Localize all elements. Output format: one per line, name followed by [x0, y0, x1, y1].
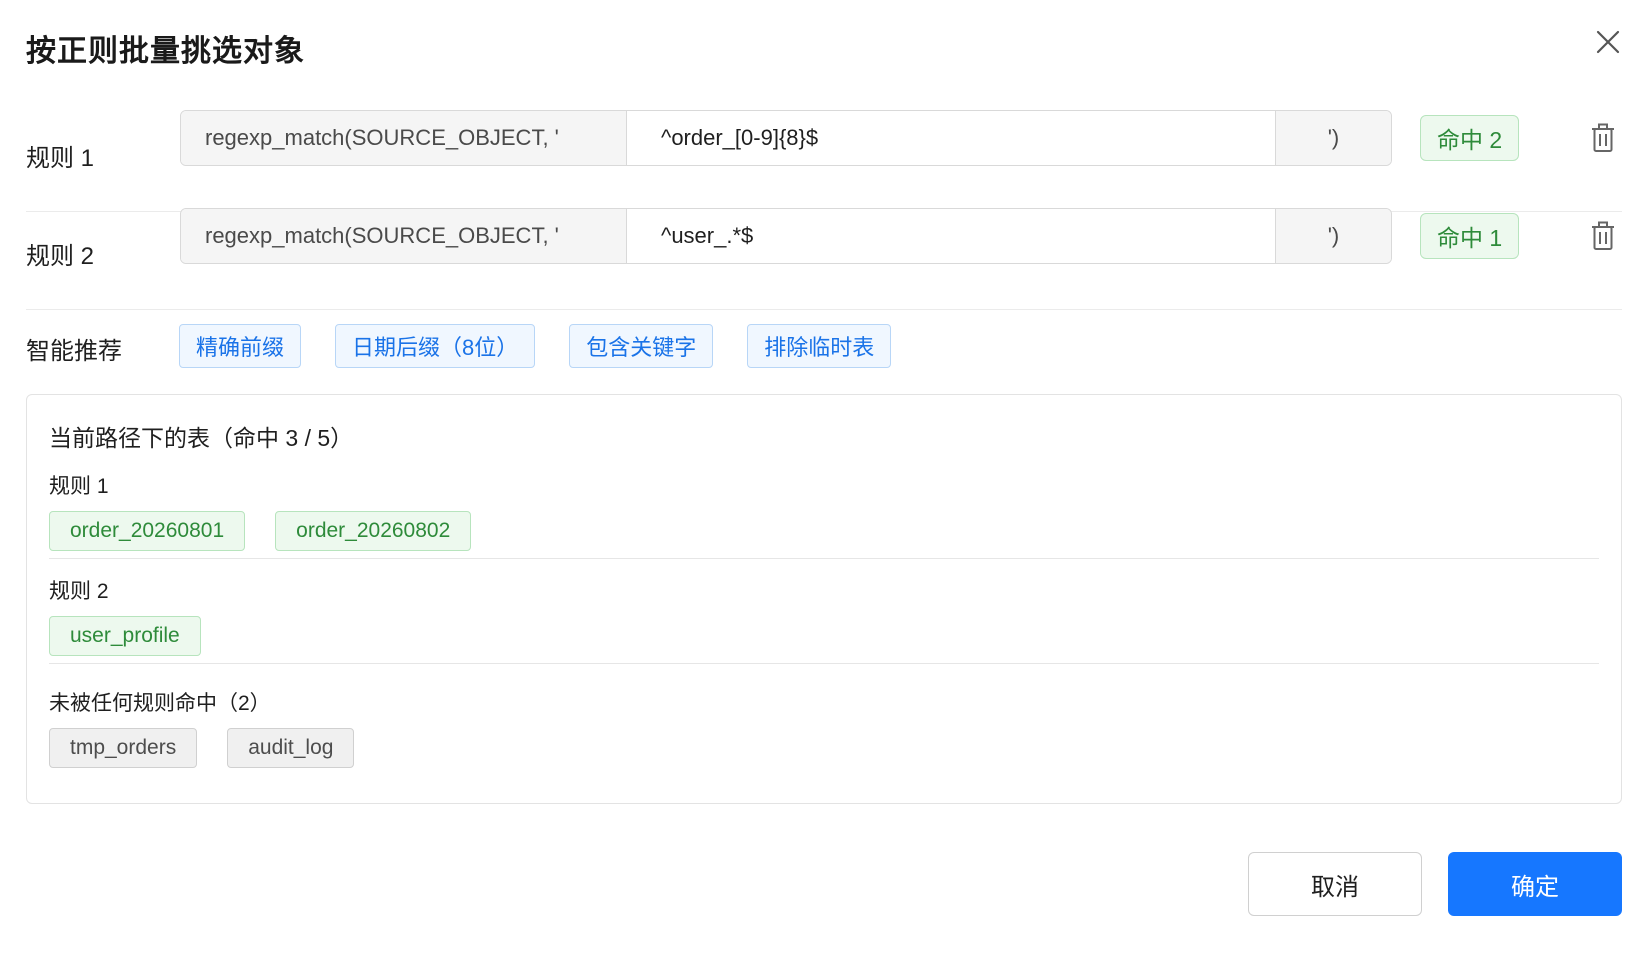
rule-suffix: ') [1275, 209, 1391, 263]
group-label: 规则 1 [49, 475, 109, 498]
rule-suffix: ') [1275, 111, 1391, 165]
group-label: 未被任何规则命中（2） [49, 692, 271, 715]
rule-input-group: regexp_match(SOURCE_OBJECT, ' ^order_[0-… [180, 110, 1392, 166]
matched-table-tag: user_profile [49, 616, 201, 656]
suggestions-label: 智能推荐 [26, 338, 122, 365]
rule-label: 规则 1 [26, 145, 95, 172]
suggestion-chip-date-suffix[interactable]: 日期后缀（8位） [335, 324, 536, 368]
rule-prefix: regexp_match(SOURCE_OBJECT, ' [181, 111, 627, 165]
preview-panel: 当前路径下的表（命中 3 / 5） 规则 1 order_20260801 or… [26, 394, 1622, 804]
trash-icon[interactable] [1588, 220, 1618, 252]
regex-pattern-input[interactable]: ^user_.*$ [627, 209, 1275, 263]
unmatched-group: 未被任何规则命中（2） tmp_orders audit_log [49, 687, 1599, 768]
rule-prefix: regexp_match(SOURCE_OBJECT, ' [181, 209, 627, 263]
trash-icon[interactable] [1588, 122, 1618, 154]
unmatched-table-tag: audit_log [227, 728, 355, 768]
rule-input-group: regexp_match(SOURCE_OBJECT, ' ^user_.*$ … [180, 208, 1392, 264]
match-group-rule-1: 规则 1 order_20260801 order_20260802 [49, 470, 1599, 551]
divider [49, 558, 1599, 559]
divider [49, 663, 1599, 664]
rule-row-1: 规则 1 regexp_match(SOURCE_OBJECT, ' ^orde… [26, 110, 1622, 212]
rule-row-2: 规则 2 regexp_match(SOURCE_OBJECT, ' ^user… [26, 208, 1622, 310]
confirm-button[interactable]: 确定 [1448, 852, 1622, 916]
group-label: 规则 2 [49, 580, 109, 603]
unmatched-table-tag: tmp_orders [49, 728, 198, 768]
suggestion-chip-exclude-temp[interactable]: 排除临时表 [747, 324, 892, 368]
hit-count-badge: 命中 1 [1420, 213, 1520, 259]
matched-table-tag: order_20260802 [275, 511, 472, 551]
regex-pattern-input[interactable]: ^order_[0-9]{8}$ [627, 111, 1275, 165]
match-group-rule-2: 规则 2 user_profile [49, 575, 1599, 656]
close-icon[interactable] [1592, 26, 1624, 58]
hit-count-badge: 命中 2 [1420, 115, 1520, 161]
matched-table-tag: order_20260801 [49, 511, 246, 551]
rule-label: 规则 2 [26, 243, 95, 270]
preview-title: 当前路径下的表（命中 3 / 5） [49, 425, 354, 451]
suggestion-chips: 精确前缀 日期后缀（8位） 包含关键字 排除临时表 [179, 324, 892, 368]
cancel-button[interactable]: 取消 [1248, 852, 1422, 916]
suggestion-chip-exact-prefix[interactable]: 精确前缀 [179, 324, 302, 368]
dialog-title: 按正则批量挑选对象 [26, 35, 305, 68]
suggestion-chip-keyword[interactable]: 包含关键字 [569, 324, 714, 368]
